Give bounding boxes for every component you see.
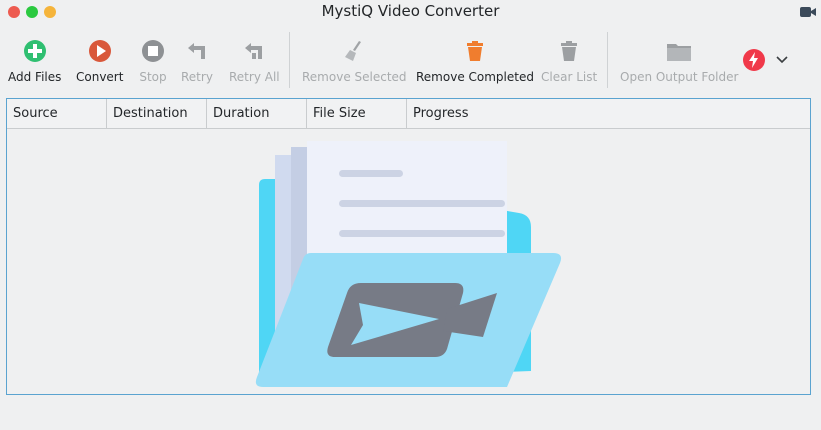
conversion-list[interactable]: Source Destination Duration File Size Pr… — [6, 98, 811, 395]
undo-icon — [182, 36, 212, 66]
convert-button[interactable]: Convert — [76, 36, 123, 86]
chevron-down-icon — [776, 56, 788, 64]
video-camera-icon — [800, 7, 816, 17]
open-output-folder-button[interactable]: Open Output Folder — [620, 36, 738, 86]
retry-all-button[interactable]: Retry All — [229, 36, 280, 86]
retry-label: Retry — [181, 70, 213, 84]
broom-icon — [339, 36, 369, 66]
column-header-file-size[interactable]: File Size — [307, 99, 407, 128]
table-header: Source Destination Duration File Size Pr… — [7, 99, 810, 129]
title-bar: MystiQ Video Converter — [0, 0, 821, 24]
clear-list-button[interactable]: Clear List — [541, 36, 597, 86]
trash-icon — [460, 36, 490, 66]
column-header-duration[interactable]: Duration — [207, 99, 307, 128]
column-header-progress[interactable]: Progress — [407, 99, 810, 128]
clear-list-label: Clear List — [541, 70, 598, 84]
remove-selected-button[interactable]: Remove Selected — [302, 36, 407, 86]
open-output-folder-label: Open Output Folder — [620, 70, 739, 84]
stop-button[interactable]: Stop — [138, 36, 168, 86]
remove-selected-label: Remove Selected — [302, 70, 407, 84]
add-icon — [20, 36, 50, 66]
more-menu-button[interactable] — [742, 48, 788, 98]
folder-icon — [664, 36, 694, 66]
window-title: MystiQ Video Converter — [321, 2, 500, 20]
empty-list-illustration — [255, 141, 562, 387]
convert-label: Convert — [76, 70, 124, 84]
remove-completed-label: Remove Completed — [416, 70, 534, 84]
add-files-label: Add Files — [8, 70, 62, 84]
play-icon — [85, 36, 115, 66]
retry-all-label: Retry All — [229, 70, 280, 84]
toolbar-separator — [607, 32, 608, 88]
toolbar-separator — [289, 32, 290, 88]
toolbar: Add Files Convert Stop Retry Retry All R… — [0, 30, 821, 92]
remove-completed-button[interactable]: Remove Completed — [416, 36, 534, 86]
lightning-icon — [743, 49, 765, 71]
trash-empty-icon — [554, 36, 584, 66]
stop-label: Stop — [139, 70, 167, 84]
stop-icon — [138, 36, 168, 66]
undo-all-icon — [239, 36, 269, 66]
column-header-source[interactable]: Source — [7, 99, 107, 128]
retry-button[interactable]: Retry — [181, 36, 213, 86]
add-files-button[interactable]: Add Files — [8, 36, 61, 86]
column-header-destination[interactable]: Destination — [107, 99, 207, 128]
